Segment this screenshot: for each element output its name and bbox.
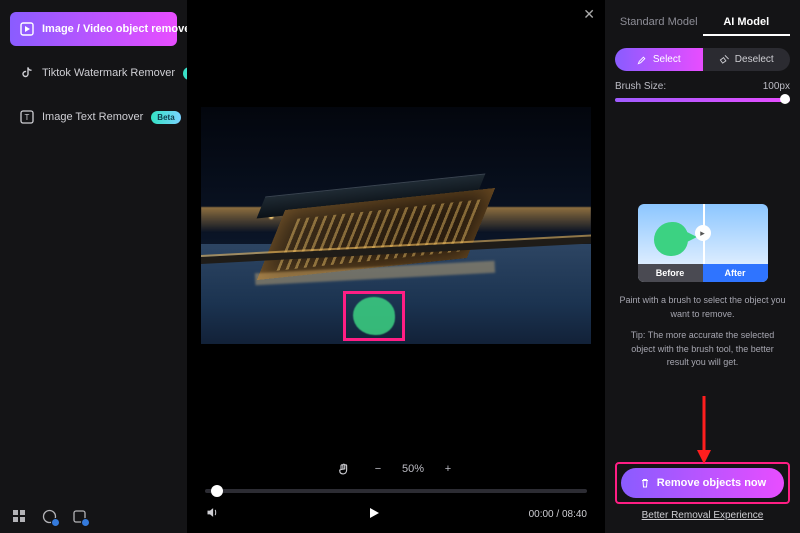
seek-track[interactable]: [205, 489, 587, 493]
right-panel: Standard Model AI Model Select Deselect …: [605, 0, 800, 533]
play-button[interactable]: [367, 506, 381, 523]
select-tool-button[interactable]: Select: [615, 48, 703, 71]
taskbar-app-icon[interactable]: [40, 507, 58, 525]
tiktok-icon: [20, 66, 34, 80]
video-square-icon: [20, 22, 34, 36]
time-display: 00:00 / 08:40: [529, 509, 587, 520]
deselect-tool-button[interactable]: Deselect: [703, 48, 791, 71]
video-frame: [201, 107, 591, 344]
tab-standard-model[interactable]: Standard Model: [615, 10, 703, 36]
before-after-preview[interactable]: ▸ Before After: [638, 204, 768, 282]
zoom-in-button[interactable]: +: [438, 459, 458, 479]
zoom-controls: − 50% +: [187, 451, 605, 485]
brush-size-label: Brush Size:: [615, 81, 666, 92]
svg-text:T: T: [25, 113, 30, 122]
slider-thumb[interactable]: [780, 94, 790, 104]
selection-highlight-box: [343, 291, 405, 341]
preview-before-label: Before: [638, 264, 703, 282]
sidebar-item-image-text-remover[interactable]: T Image Text Remover Beta: [10, 100, 177, 134]
editor-stage: ✕ − 50% +: [187, 0, 605, 533]
hand-tool-icon[interactable]: [334, 459, 354, 479]
hint-text-2: Tip: The more accurate the selected obje…: [619, 329, 786, 370]
preview-bird-icon: [654, 222, 688, 256]
cta-highlight-box: Remove objects now: [615, 462, 790, 504]
beta-badge: Beta: [151, 111, 180, 124]
preview-after-label: After: [703, 264, 768, 282]
zoom-out-button[interactable]: −: [368, 459, 388, 479]
better-removal-link[interactable]: Better Removal Experience: [615, 510, 790, 521]
sidebar-item-tiktok-watermark[interactable]: Tiktok Watermark Remover Beta: [10, 56, 177, 90]
brush-size-value: 100px: [763, 81, 790, 92]
sidebar-item-label: Image / Video object remover: [42, 23, 195, 35]
hint-text-1: Paint with a brush to select the object …: [619, 294, 786, 321]
image-text-icon: T: [20, 110, 34, 124]
select-deselect-segment: Select Deselect: [615, 48, 790, 71]
zoom-percent: 50%: [402, 463, 424, 475]
taskbar-app-icon[interactable]: [70, 507, 88, 525]
tab-ai-model[interactable]: AI Model: [703, 10, 791, 36]
volume-icon[interactable]: [205, 505, 220, 523]
windows-start-icon[interactable]: [10, 507, 28, 525]
sidebar-item-object-remover[interactable]: Image / Video object remover: [10, 12, 177, 46]
compare-handle-icon[interactable]: ▸: [695, 225, 711, 241]
brush-size-slider[interactable]: [615, 98, 790, 102]
player-bar: 00:00 / 08:40: [187, 485, 605, 533]
remove-objects-button[interactable]: Remove objects now: [621, 468, 784, 498]
sidebar: Image / Video object remover Tiktok Wate…: [0, 0, 187, 533]
sidebar-item-label: Image Text Remover: [42, 111, 143, 123]
sidebar-item-label: Tiktok Watermark Remover: [42, 67, 175, 79]
os-taskbar: [10, 507, 88, 525]
canvas-area[interactable]: [187, 0, 605, 451]
model-tabs: Standard Model AI Model: [615, 10, 790, 36]
seek-thumb[interactable]: [211, 485, 223, 497]
